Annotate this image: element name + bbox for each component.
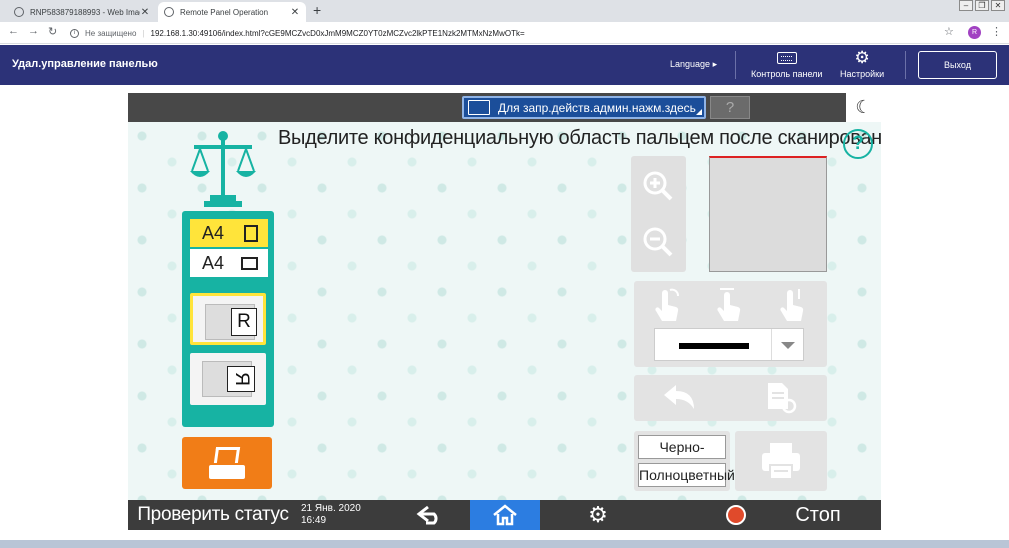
- line-width-select[interactable]: [654, 328, 804, 361]
- security-label: Не защищено: [85, 28, 137, 38]
- new-tab-button[interactable]: +: [313, 2, 321, 18]
- close-window-button[interactable]: ✕: [991, 0, 1005, 11]
- profile-avatar[interactable]: R: [968, 26, 981, 39]
- home-button[interactable]: [470, 500, 540, 530]
- os-taskbar: [0, 540, 1009, 548]
- tab-close-icon[interactable]: ✕: [140, 7, 150, 18]
- operation-panel: Для запр.действ.админ.нажм.здесь ? ☾ Выд…: [128, 93, 881, 530]
- admin-button-label: Для запр.действ.админ.нажм.здесь: [498, 100, 696, 115]
- orientation-rotated-button[interactable]: R: [190, 353, 266, 405]
- paper-size-landscape-button[interactable]: A4: [190, 249, 268, 277]
- hand-rotate-left-icon[interactable]: [652, 287, 682, 325]
- minimize-button[interactable]: –: [959, 0, 973, 11]
- back-arrow-icon: [416, 505, 438, 525]
- divider: |: [142, 28, 145, 38]
- info-icon[interactable]: i: [70, 28, 79, 38]
- instruction-text: Выделите конфиденциальную область пальце…: [278, 127, 881, 149]
- paper-size-portrait-button[interactable]: A4: [190, 219, 268, 247]
- divider: [905, 51, 906, 79]
- tab-title: Remote Panel Operation: [180, 7, 269, 17]
- admin-login-button[interactable]: Для запр.действ.админ.нажм.здесь: [462, 96, 706, 119]
- moon-icon[interactable]: ☾: [844, 93, 881, 122]
- print-button[interactable]: [735, 431, 827, 491]
- orientation-letter: R: [231, 308, 257, 336]
- forward-nav-icon[interactable]: →: [28, 25, 39, 37]
- undo-panel: [634, 375, 827, 421]
- browser-menu-icon[interactable]: ⋮: [991, 25, 1002, 38]
- logout-button[interactable]: Выход: [918, 51, 997, 79]
- gear-icon: ⚙: [854, 48, 870, 67]
- settings-label: Настройки: [840, 69, 885, 79]
- hand-swipe-icon[interactable]: [714, 287, 744, 325]
- hand-rotate-right-icon[interactable]: [777, 287, 807, 325]
- language-label: Language: [670, 59, 711, 69]
- app-header: Удал.управление панелью Language ▸ Контр…: [0, 45, 1009, 85]
- bookmark-star-icon[interactable]: ☆: [944, 25, 954, 38]
- globe-icon: [164, 7, 174, 17]
- control-panel-label: Контроль панели: [751, 69, 823, 79]
- stop-button[interactable]: Стоп: [768, 500, 868, 530]
- help-button[interactable]: ?: [843, 129, 873, 159]
- preview-thumbnail: [709, 156, 827, 272]
- scan-button[interactable]: [182, 437, 272, 489]
- keyboard-icon: [776, 52, 797, 64]
- document-refresh-icon[interactable]: [764, 381, 798, 415]
- gear-icon[interactable]: ⚙: [568, 500, 628, 530]
- back-nav-icon[interactable]: ←: [8, 25, 19, 37]
- window-controls: – ❐ ✕: [957, 0, 1005, 11]
- landscape-paper-icon: [241, 256, 258, 270]
- edit-tools-panel: [634, 281, 827, 367]
- language-button[interactable]: Language ▸: [670, 59, 717, 70]
- chevron-down-icon: [771, 329, 803, 360]
- restore-button[interactable]: ❐: [975, 0, 989, 11]
- orientation-upright-button[interactable]: R: [190, 293, 266, 345]
- control-panel-button[interactable]: Контроль панели: [751, 49, 822, 79]
- paper-size-label: A4: [202, 252, 225, 273]
- tab-close-icon[interactable]: ✕: [290, 7, 300, 18]
- date-text: 21 Янв. 2020: [301, 503, 361, 514]
- url-text: 192.168.1.30:49106/index.html?cGE9MCZvcD…: [150, 28, 525, 38]
- color-mode-panel: Черно-белый Полноцветный: [634, 431, 735, 491]
- portrait-paper-icon: [244, 224, 258, 242]
- original-settings-panel: A4 A4 R R: [182, 211, 274, 427]
- settings-button[interactable]: ⚙ Настройки: [840, 48, 885, 80]
- orientation-letter: R: [227, 366, 255, 392]
- time-text: 16:49: [301, 515, 327, 526]
- scale-icon: [190, 131, 256, 207]
- full-color-mode-button[interactable]: Полноцветный: [638, 463, 735, 487]
- app-title: Удал.управление панелью: [12, 58, 158, 70]
- paper-size-label: A4: [202, 222, 225, 243]
- url-field[interactable]: i Не защищено | 192.168.1.30:49106/index…: [70, 24, 970, 42]
- divider: [735, 51, 736, 79]
- globe-icon: [14, 7, 24, 17]
- panel-top-strip: Для запр.действ.админ.нажм.здесь ? ☾: [128, 93, 881, 122]
- corner-marker-icon: [696, 109, 702, 115]
- browser-tab-remote-panel[interactable]: Remote Panel Operation ✕: [158, 2, 306, 22]
- tab-title: RNP583879188993 - Web Image: [30, 7, 140, 17]
- browser-tab-web-image[interactable]: RNP583879188993 - Web Image ✕: [8, 2, 156, 22]
- address-bar: ← → ↻ i Не защищено | 192.168.1.30:49106…: [0, 22, 1009, 44]
- printer-icon: [762, 443, 800, 480]
- zoom-in-icon[interactable]: [642, 170, 674, 202]
- clock: 21 Янв. 2020 16:49: [301, 503, 361, 527]
- help-disabled-button[interactable]: ?: [710, 96, 750, 119]
- back-button[interactable]: [390, 500, 470, 530]
- caret-right-icon: ▸: [712, 59, 718, 69]
- check-status-button[interactable]: Проверить статус: [128, 500, 298, 530]
- reload-icon[interactable]: ↻: [48, 25, 57, 38]
- zoom-panel: [631, 156, 686, 272]
- admin-monitor-icon: [468, 100, 490, 115]
- panel-bottom-bar: Проверить статус 21 Янв. 2020 16:49 ⚙ Ст…: [128, 500, 881, 530]
- zoom-out-icon[interactable]: [642, 226, 674, 258]
- scanner-icon: [209, 447, 245, 479]
- stop-icon[interactable]: [726, 505, 746, 525]
- line-width-preview: [679, 343, 749, 349]
- home-icon: [493, 504, 517, 526]
- undo-icon[interactable]: [660, 383, 698, 413]
- browser-tab-bar: RNP583879188993 - Web Image ✕ Remote Pan…: [0, 0, 1009, 22]
- bw-mode-button[interactable]: Черно-белый: [638, 435, 726, 477]
